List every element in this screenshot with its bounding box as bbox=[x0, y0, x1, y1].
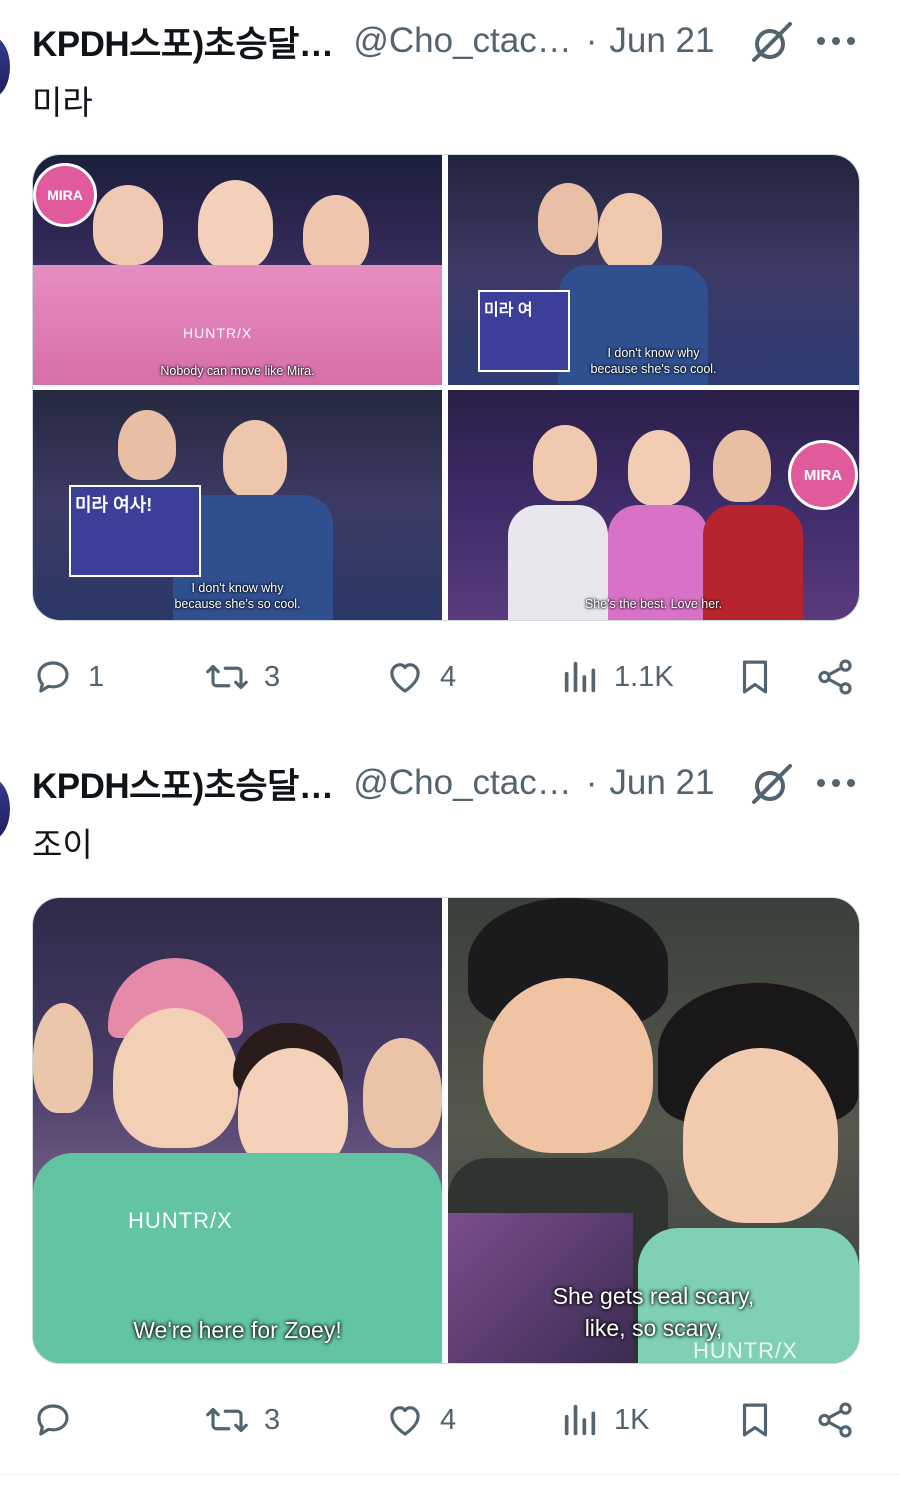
tweet-text: 조이 bbox=[32, 826, 93, 863]
character-figure bbox=[538, 183, 598, 255]
tweet-header: KPDH스포)초승달… @Cho_ctac… · Jun 21 bbox=[32, 758, 860, 808]
character-figure bbox=[198, 180, 273, 270]
character-face bbox=[363, 1038, 442, 1148]
character-figure bbox=[118, 410, 176, 480]
tweet-media-grid[interactable]: MIRA HUNTR/X Nobody can move like Mira. … bbox=[32, 154, 860, 621]
like-button[interactable]: 4 bbox=[384, 1395, 456, 1445]
share-button[interactable] bbox=[814, 652, 856, 702]
repost-button[interactable]: 3 bbox=[204, 652, 280, 702]
repost-count: 3 bbox=[264, 660, 281, 693]
character-face bbox=[483, 978, 653, 1153]
tweet-date[interactable]: Jun 21 bbox=[609, 763, 714, 803]
character-figure bbox=[303, 195, 369, 273]
subtitle-line: because she's so cool. bbox=[590, 362, 717, 376]
tweet-text: 미라 bbox=[32, 84, 93, 121]
tweet-media-grid[interactable]: HUNTR/X We're here for Zoey! HUNTR/X She… bbox=[32, 897, 860, 1364]
share-icon bbox=[818, 1402, 852, 1438]
more-icon[interactable] bbox=[816, 778, 856, 788]
author-avatar[interactable] bbox=[0, 36, 10, 98]
character-figure bbox=[628, 430, 690, 506]
reply-button[interactable] bbox=[32, 1395, 88, 1445]
author-avatar[interactable] bbox=[0, 778, 10, 840]
views-icon bbox=[564, 1404, 596, 1436]
subtitle-line: She's the best. Love her. bbox=[584, 597, 723, 611]
subtitle-line: We're here for Zoey! bbox=[133, 1317, 342, 1343]
views-icon bbox=[564, 661, 596, 693]
repost-count: 3 bbox=[264, 1403, 281, 1436]
author-handle[interactable]: @Cho_ctac… bbox=[353, 763, 571, 803]
tweet-2[interactable]: KPDH스포)초승달… @Cho_ctac… · Jun 21 조이 HUNTR… bbox=[0, 740, 900, 1480]
grid-gutter-vertical bbox=[442, 898, 448, 1363]
subtitle-line: because she's so cool. bbox=[174, 597, 301, 611]
character-figure bbox=[598, 193, 662, 271]
fan-sign: MIRA bbox=[33, 163, 97, 227]
shirt-logo: HUNTR/X bbox=[183, 325, 253, 341]
media-image-1[interactable]: MIRA HUNTR/X Nobody can move like Mira. bbox=[33, 155, 442, 385]
author-name[interactable]: KPDH스포)초승달… bbox=[32, 16, 334, 67]
character-figure bbox=[93, 185, 163, 265]
author-name[interactable]: KPDH스포)초승달… bbox=[32, 758, 334, 809]
repost-icon bbox=[206, 664, 248, 690]
views-button[interactable]: 1.1K bbox=[560, 652, 674, 702]
view-count: 1K bbox=[614, 1403, 650, 1436]
subtitle-line: Nobody can move like Mira. bbox=[160, 364, 315, 378]
reply-icon bbox=[37, 1404, 69, 1436]
repost-button[interactable]: 3 bbox=[204, 1395, 280, 1445]
character-figure bbox=[713, 430, 771, 502]
media-image-4[interactable]: MIRA She's the best. Love her. bbox=[448, 390, 859, 620]
separator-dot: · bbox=[585, 21, 598, 60]
share-button[interactable] bbox=[814, 1395, 856, 1445]
bookmark-button[interactable] bbox=[734, 1395, 776, 1445]
media-image-1[interactable]: HUNTR/X We're here for Zoey! bbox=[33, 898, 442, 1363]
like-icon bbox=[390, 663, 420, 693]
reply-button[interactable]: 1 bbox=[32, 652, 104, 702]
bookmark-icon bbox=[742, 660, 768, 694]
tweet-actions: 1 3 4 1.1K bbox=[32, 652, 862, 702]
media-image-2[interactable]: HUNTR/X She gets real scary, like, so sc… bbox=[448, 898, 859, 1363]
grok-icon[interactable] bbox=[748, 18, 796, 66]
subtitle-line: She gets real scary, bbox=[552, 1283, 755, 1309]
character-face bbox=[683, 1048, 838, 1223]
tweet-date[interactable]: Jun 21 bbox=[609, 21, 714, 61]
subtitle-line: I don't know why bbox=[607, 346, 700, 360]
author-handle[interactable]: @Cho_ctac… bbox=[353, 21, 571, 61]
like-icon bbox=[390, 1406, 420, 1436]
grid-gutter-horizontal bbox=[33, 385, 859, 390]
bookmark-icon bbox=[742, 1403, 768, 1437]
character-figure bbox=[533, 425, 597, 501]
tweet-actions: 3 4 1K bbox=[32, 1395, 862, 1445]
reply-count: 1 bbox=[88, 660, 105, 693]
more-icon[interactable] bbox=[816, 36, 856, 46]
like-count: 4 bbox=[440, 1403, 457, 1436]
reply-icon bbox=[37, 661, 69, 693]
media-image-2[interactable]: 미라 여 I don't know why because she's so c… bbox=[448, 155, 859, 385]
subtitle-line: I don't know why bbox=[191, 581, 284, 595]
share-icon bbox=[818, 659, 852, 695]
view-count: 1.1K bbox=[614, 660, 674, 693]
character-face bbox=[33, 1003, 93, 1113]
bookmark-button[interactable] bbox=[734, 652, 776, 702]
fan-sign: MIRA bbox=[788, 440, 858, 510]
character-figure bbox=[223, 420, 287, 498]
character-face bbox=[113, 1008, 238, 1148]
feed-divider bbox=[0, 1474, 900, 1475]
subtitle-line: like, so scary, bbox=[584, 1315, 723, 1341]
tweet-header: KPDH스포)초승달… @Cho_ctac… · Jun 21 bbox=[32, 16, 860, 66]
like-button[interactable]: 4 bbox=[384, 652, 456, 702]
like-count: 4 bbox=[440, 660, 457, 693]
fan-sign: 미라 여사! bbox=[69, 485, 201, 577]
shirt-logo: HUNTR/X bbox=[128, 1208, 233, 1233]
views-button[interactable]: 1K bbox=[560, 1395, 649, 1445]
tweet-1[interactable]: KPDH스포)초승달… @Cho_ctac… · Jun 21 미라 MIRA … bbox=[0, 0, 900, 730]
grok-icon[interactable] bbox=[748, 760, 796, 808]
media-image-3[interactable]: 미라 여사! I don't know why because she's so… bbox=[33, 390, 442, 620]
repost-icon bbox=[206, 1407, 248, 1433]
separator-dot: · bbox=[585, 763, 598, 802]
